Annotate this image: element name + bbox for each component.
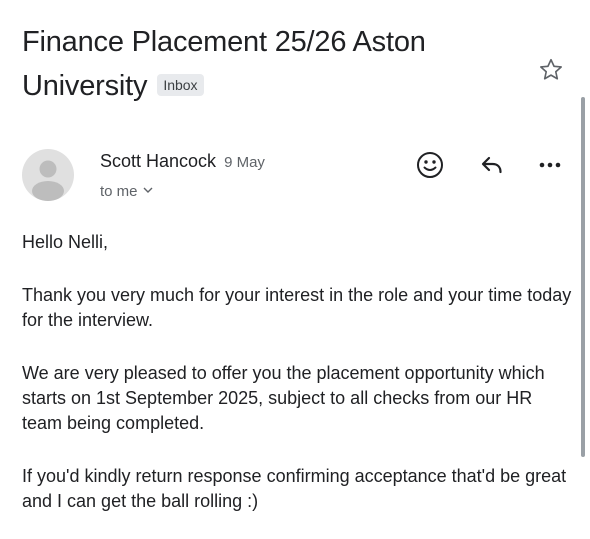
sender-name[interactable]: Scott Hancock xyxy=(100,151,216,171)
recipient-label: to me xyxy=(100,183,138,200)
more-vertical-icon[interactable] xyxy=(534,149,566,181)
star-icon[interactable] xyxy=(537,56,565,84)
reply-icon[interactable] xyxy=(476,149,508,181)
chevron-down-icon xyxy=(143,187,153,193)
sender-line: Scott Hancock 9 May xyxy=(100,150,265,174)
scrollbar[interactable] xyxy=(581,97,585,457)
recipient-toggle[interactable]: to me xyxy=(100,182,153,202)
email-date: 9 May xyxy=(224,154,265,171)
body-paragraph-1: Thank you very much for your interest in… xyxy=(22,285,572,330)
inbox-label-badge[interactable]: Inbox xyxy=(157,74,204,96)
email-view: Finance Placement 25/26 Aston University… xyxy=(0,0,590,539)
body-greeting: Hello Nelli, xyxy=(22,232,109,252)
avatar-icon xyxy=(32,160,64,201)
emoji-icon[interactable] xyxy=(414,149,446,181)
body-paragraph-2: We are very pleased to offer you the pla… xyxy=(22,363,545,433)
body-paragraph-3: If you'd kindly return response confirmi… xyxy=(22,466,567,511)
email-body: Hello Nelli, Thank you very much for you… xyxy=(22,230,572,539)
subject-header: Finance Placement 25/26 Aston University… xyxy=(22,20,522,108)
sender-avatar[interactable] xyxy=(22,149,74,201)
email-subject: Finance Placement 25/26 Aston University xyxy=(22,26,426,102)
